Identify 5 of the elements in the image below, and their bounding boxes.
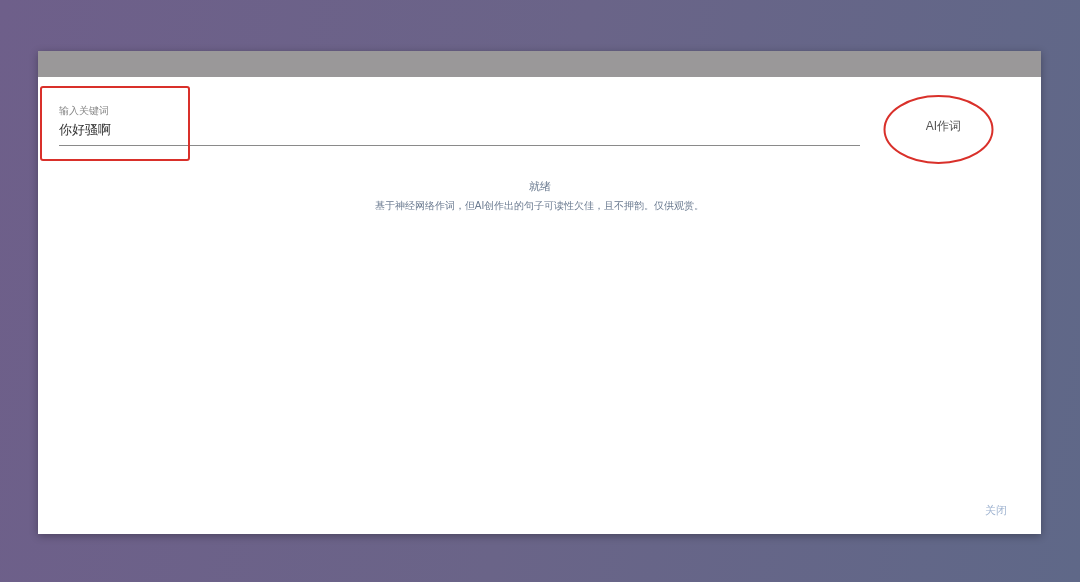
generate-lyrics-button[interactable]: AI作词 — [915, 111, 971, 141]
field-label: 输入关键词 — [59, 105, 110, 117]
description-text: 基于神经网络作词，但AI创作出的句子可读性欠佳，且不押韵。仅供观赏。 — [374, 199, 705, 211]
keyword-input-field[interactable]: 你好骚啊 — [59, 121, 860, 139]
status-text: 就绪 — [528, 180, 551, 192]
